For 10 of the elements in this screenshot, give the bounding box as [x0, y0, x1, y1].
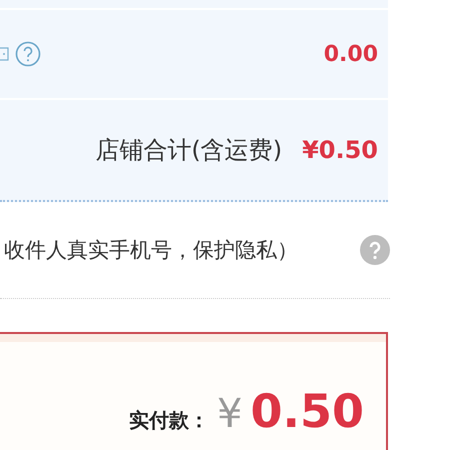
help-icon[interactable]	[360, 235, 390, 265]
shop-total-amount: ¥0.50	[302, 136, 378, 164]
privacy-text: 收件人真实手机号，保护隐私）	[4, 237, 298, 264]
payment-label: 实付款：	[129, 407, 210, 434]
payment-amount: 0.50	[250, 384, 364, 438]
currency-symbol: ¥	[217, 391, 242, 437]
shop-total-label: 店铺合计(含运费)	[95, 135, 282, 166]
tag-icon	[0, 47, 9, 61]
discount-amount: 0.00	[324, 42, 378, 66]
help-icon[interactable]	[15, 41, 41, 67]
